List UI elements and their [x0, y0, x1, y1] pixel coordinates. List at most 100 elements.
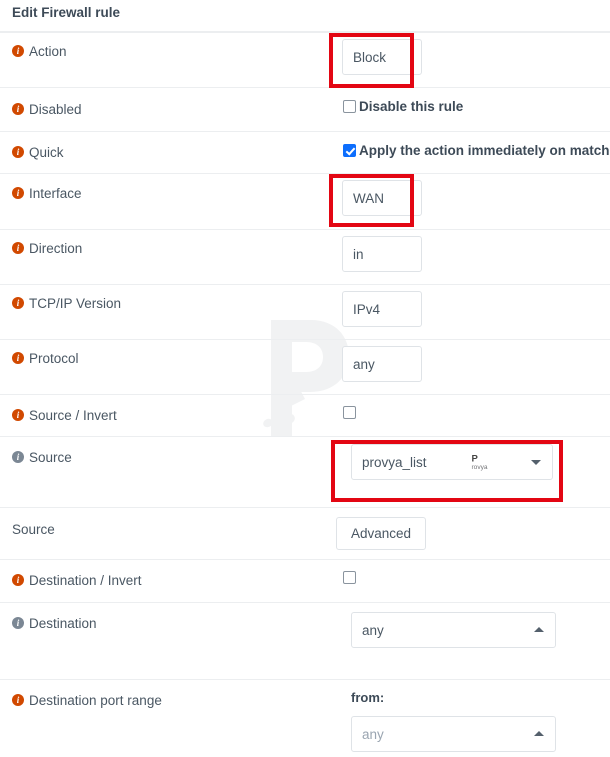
- row-field-cell: Advanced: [336, 517, 610, 550]
- checkbox[interactable]: [343, 100, 356, 113]
- checkbox[interactable]: [343, 406, 356, 419]
- checkbox-row[interactable]: [343, 406, 610, 419]
- info-icon: i: [12, 297, 24, 309]
- field-value: any: [362, 726, 384, 742]
- field-value: WAN: [353, 190, 384, 206]
- field-0[interactable]: Block: [342, 39, 422, 75]
- chevron-up-icon[interactable]: [534, 627, 544, 632]
- destination-select[interactable]: any: [351, 612, 556, 648]
- provya-logo-watermark: Provya: [471, 454, 487, 471]
- row-label: Destination port range: [29, 693, 162, 708]
- row-label-cell: i Disabled: [0, 102, 336, 118]
- row-label-cell: i Action: [0, 44, 336, 60]
- form-row: i Interface WAN: [0, 173, 610, 229]
- row-label: Source / Invert: [29, 408, 117, 423]
- port-from-select[interactable]: any: [351, 716, 556, 752]
- info-icon: i: [12, 146, 24, 158]
- field-value: Block: [353, 49, 387, 65]
- chevron-down-icon[interactable]: [531, 460, 541, 465]
- chevron-up-icon[interactable]: [534, 731, 544, 736]
- field-value: any: [362, 622, 384, 638]
- row-label-cell: i TCP/IP Version: [0, 296, 336, 312]
- row-label-cell: i Quick: [0, 145, 336, 161]
- info-icon: i: [12, 45, 24, 57]
- row-label: Protocol: [29, 351, 79, 366]
- info-icon: i: [12, 352, 24, 364]
- row-field-cell: [336, 571, 610, 584]
- checkbox-label: Apply the action immediately on match.: [359, 143, 610, 158]
- form-row: i Destination any: [0, 602, 610, 679]
- form-row: i Source / Invert: [0, 394, 610, 436]
- row-label: Interface: [29, 186, 82, 201]
- row-field-cell: any: [336, 346, 610, 382]
- info-icon: i: [12, 103, 24, 115]
- row-field-cell: [336, 406, 610, 419]
- row-label: Source: [29, 450, 72, 465]
- field-value: provya_list: [362, 454, 427, 470]
- info-icon: i: [12, 451, 24, 463]
- field-5[interactable]: IPv4: [342, 291, 422, 327]
- form-row: i Protocol any: [0, 339, 610, 394]
- row-label: Source: [12, 522, 55, 537]
- row-field-cell: any: [336, 612, 610, 648]
- row-field-cell: WAN: [336, 180, 610, 216]
- form-row: i Disabled Disable this rule: [0, 87, 610, 131]
- from-label: from:: [351, 690, 385, 705]
- row-field-cell: from: any: [336, 690, 610, 752]
- row-label-cell: i Protocol: [0, 351, 336, 367]
- row-label: Quick: [29, 145, 64, 160]
- info-icon: i: [12, 187, 24, 199]
- source-select[interactable]: provya_list Provya: [351, 444, 553, 480]
- checkbox[interactable]: [343, 571, 356, 584]
- row-label-cell: i Destination port range: [0, 693, 336, 709]
- row-label: Action: [29, 44, 67, 59]
- form-row: i TCP/IP Version IPv4: [0, 284, 610, 339]
- row-field-cell: provya_list Provya: [336, 444, 610, 480]
- form-row: i Source provya_list Provya: [0, 436, 610, 507]
- info-icon: i: [12, 694, 24, 706]
- row-label-cell: i Source / Invert: [0, 408, 336, 424]
- field-3[interactable]: WAN: [342, 180, 422, 216]
- row-label: Disabled: [29, 102, 82, 117]
- info-icon: i: [12, 242, 24, 254]
- checkbox-label: Disable this rule: [359, 99, 464, 114]
- edit-firewall-rule-page: Edit Firewall rule i Action Block i Disabled…: [0, 0, 610, 757]
- svg-text:rovya: rovya: [471, 464, 487, 471]
- form-row: i Action Block: [0, 32, 610, 87]
- row-field-cell: in: [336, 236, 610, 272]
- svg-text:P: P: [471, 454, 478, 465]
- row-label-cell: i Source: [0, 450, 336, 466]
- field-value: any: [353, 356, 375, 372]
- row-label-cell: i Destination / Invert: [0, 573, 336, 589]
- row-field-cell: IPv4: [336, 291, 610, 327]
- checkbox-row[interactable]: Apply the action immediately on match.: [343, 143, 610, 158]
- checkbox-row[interactable]: [343, 571, 610, 584]
- form-row: i Destination / Invert: [0, 559, 610, 602]
- checkbox[interactable]: [343, 144, 356, 157]
- field-value: IPv4: [353, 301, 381, 317]
- info-icon: i: [12, 617, 24, 629]
- row-label: Direction: [29, 241, 83, 256]
- checkbox-row[interactable]: Disable this rule: [343, 99, 610, 114]
- row-label-cell: i Direction: [0, 241, 336, 257]
- advanced-button[interactable]: Advanced: [336, 517, 427, 550]
- row-label-cell: Source: [0, 522, 336, 538]
- form-row: i Quick Apply the action immediately on ma…: [0, 131, 610, 173]
- row-label: Destination: [29, 616, 97, 631]
- field-value: in: [353, 246, 364, 262]
- field-6[interactable]: any: [342, 346, 422, 382]
- page-title: Edit Firewall rule: [12, 5, 121, 20]
- row-field-cell: Block: [336, 39, 610, 75]
- form-row: Source Advanced: [0, 507, 610, 559]
- row-label: Destination / Invert: [29, 573, 142, 588]
- form-row: i Destination port range from: any: [0, 679, 610, 752]
- info-icon: i: [12, 409, 24, 421]
- row-field-cell: Disable this rule: [336, 99, 610, 114]
- info-icon: i: [12, 574, 24, 586]
- row-label-cell: i Destination: [0, 616, 336, 632]
- row-label: TCP/IP Version: [29, 296, 122, 311]
- form-row: i Direction in: [0, 229, 610, 284]
- row-field-cell: Apply the action immediately on match.: [336, 143, 610, 158]
- row-label-cell: i Interface: [0, 186, 336, 202]
- field-4[interactable]: in: [342, 236, 422, 272]
